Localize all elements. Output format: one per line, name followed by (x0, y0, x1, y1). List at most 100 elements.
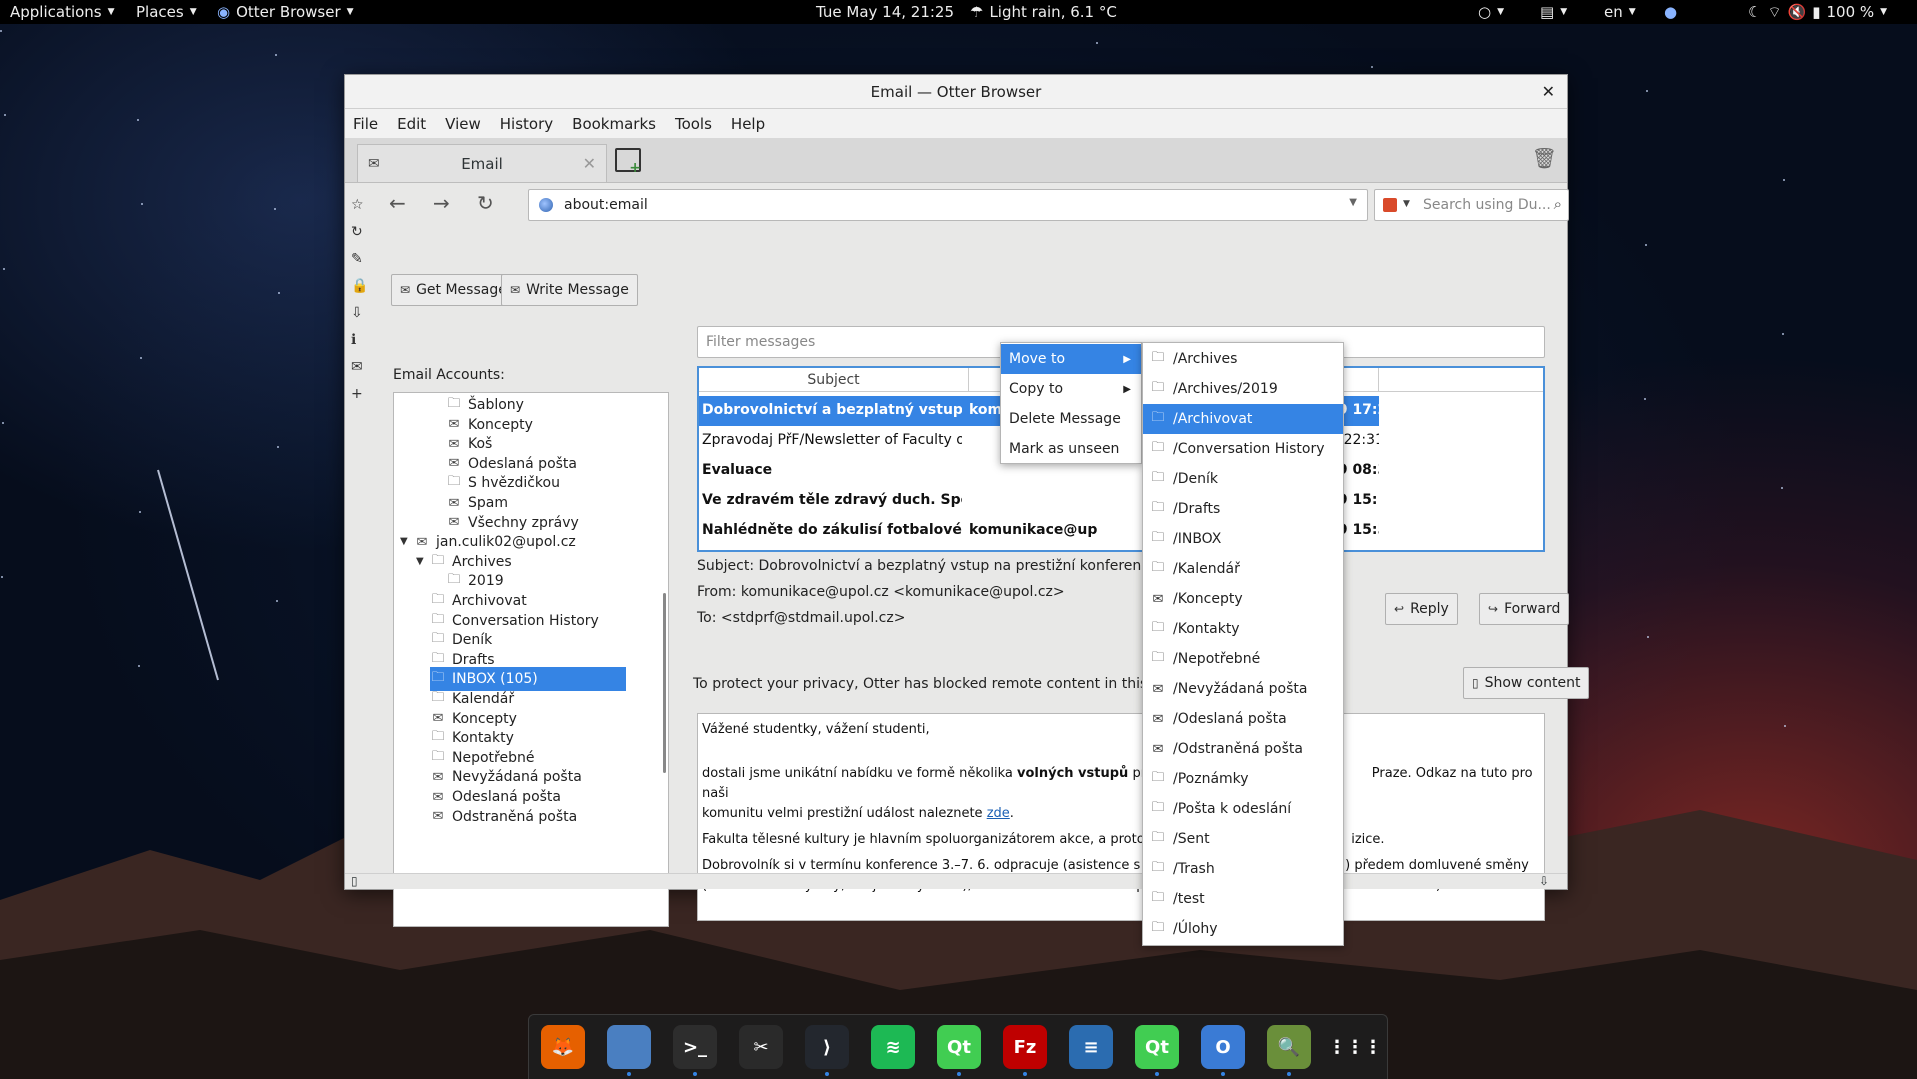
menu-file[interactable]: File (353, 115, 378, 133)
move-to-folder-item[interactable]: 🗀 /Nepotřebné (1143, 644, 1343, 674)
add-icon[interactable]: + (351, 386, 363, 402)
search-icon[interactable]: ⌕ (1554, 195, 1562, 213)
back-arrow-icon[interactable]: ← (389, 191, 406, 215)
user-avatar[interactable]: ● (1664, 0, 1677, 24)
applications-menu[interactable]: Applications ▼ (10, 0, 115, 24)
running-indicator (693, 1072, 697, 1076)
chevron-down-icon[interactable]: ▼ (1349, 197, 1357, 208)
clipboard-indicator[interactable]: ▤ ▼ (1540, 0, 1567, 24)
closed-tabs-trash-icon[interactable]: 🗑 (1532, 146, 1557, 170)
close-icon[interactable]: ✕ (1542, 82, 1555, 101)
places-menu[interactable]: Places ▼ (136, 0, 197, 24)
menu-history[interactable]: History (500, 115, 553, 133)
info-icon[interactable]: ℹ (351, 332, 356, 348)
move-to-folder-item[interactable]: ✉ /Nevyžádaná pošta (1143, 674, 1343, 704)
move-to-folder-item[interactable]: 🗀 /Conversation History (1143, 434, 1343, 464)
move-to-folder-item[interactable]: 🗀 /Trash (1143, 854, 1343, 884)
move-to-folder-item[interactable]: 🗀 /test (1143, 884, 1343, 914)
context-item-delete-message[interactable]: Delete Message (1001, 404, 1141, 434)
menu-tools[interactable]: Tools (675, 115, 712, 133)
expand-arrow-icon[interactable]: ▼ (400, 536, 408, 547)
lock-icon[interactable]: 🔒 (351, 278, 368, 294)
xmind-icon[interactable]: ✂ (739, 1025, 783, 1069)
move-to-folder-item[interactable]: ✉ /Odstraněná pošta (1143, 734, 1343, 764)
window-titlebar[interactable]: Email — Otter Browser ✕ (345, 75, 1567, 109)
vscode-icon[interactable]: ⟩ (805, 1025, 849, 1069)
close-icon[interactable]: ✕ (583, 154, 596, 173)
to-value[interactable]: <stdprf@stdmail.upol.cz> (721, 610, 906, 626)
move-to-folder-item[interactable]: 🗀 /INBOX (1143, 524, 1343, 554)
qt-creator-icon[interactable]: Qt (937, 1025, 981, 1069)
address-bar[interactable]: about:email ▼ (528, 189, 1368, 221)
message-row[interactable]: Nahlédněte do zákulisí fotbalové repreze… (699, 516, 1543, 546)
move-to-folder-item[interactable]: 🗀 /Pošta k odeslání (1143, 794, 1343, 824)
tree-item[interactable]: ✉ Odstraněná pošta (430, 805, 578, 829)
star-icon[interactable]: ☆ (351, 197, 364, 213)
context-item-copy-to[interactable]: Copy to ▶ (1001, 374, 1141, 404)
filezilla-icon[interactable]: Fz (1003, 1025, 1047, 1069)
context-item-mark-as-unseen[interactable]: Mark as unseen (1001, 434, 1141, 464)
record-indicator[interactable]: ○ ▼ (1478, 0, 1504, 24)
clock[interactable]: Tue May 14, 21:25 (816, 0, 954, 24)
tab-email[interactable]: ✉ Email ✕ (357, 144, 607, 182)
download-icon[interactable]: ⇩ (1539, 874, 1549, 888)
new-tab-button[interactable] (615, 148, 641, 176)
forward-arrow-icon[interactable]: → (433, 191, 450, 215)
move-to-folder-item[interactable]: 🗀 /Archives/2019 (1143, 374, 1343, 404)
tree-scrollbar[interactable] (663, 593, 666, 773)
body-link[interactable]: zde (987, 806, 1010, 821)
feeds-icon[interactable]: ✉ (351, 359, 363, 375)
move-to-folder-item[interactable]: 🗀 /Archives (1143, 344, 1343, 374)
qt-designer-icon[interactable]: Qt (1135, 1025, 1179, 1069)
column-header-subject[interactable]: Subject (699, 368, 969, 392)
weather-indicator[interactable]: ☂ Light rain, 6.1 °C (970, 0, 1117, 24)
move-to-folder-item[interactable]: 🗀 /Sent (1143, 824, 1343, 854)
terminal-icon[interactable]: >_ (673, 1025, 717, 1069)
menu-bookmarks[interactable]: Bookmarks (572, 115, 656, 133)
otter-browser-icon[interactable]: O (1201, 1025, 1245, 1069)
move-to-folder-item[interactable]: 🗀 /Deník (1143, 464, 1343, 494)
spotify-icon[interactable]: ≋ (871, 1025, 915, 1069)
app-grid-icon[interactable]: ⋮⋮⋮ (1328, 1025, 1382, 1069)
folder-icon: 🗀 (1151, 620, 1165, 635)
move-to-folder-item[interactable]: 🗀 /Poznámky (1143, 764, 1343, 794)
downloads-icon[interactable]: ⇩ (351, 305, 363, 321)
image-viewer-icon[interactable]: 🔍 (1267, 1025, 1311, 1069)
move-to-folder-item[interactable]: 🗀 /Úlohy (1143, 914, 1343, 944)
menu-help[interactable]: Help (731, 115, 765, 133)
accounts-tree[interactable]: 🗀 Šablony ✉ Koncepty ✉ Koš ✉ Odeslaná pošta 🗀 S h… (393, 392, 669, 927)
sidebar-toggle-icon[interactable]: ▯ (351, 874, 358, 888)
move-to-folder-item[interactable]: 🗀 /Drafts (1143, 494, 1343, 524)
move-to-folder-item[interactable]: 🗀 /Kalendář (1143, 554, 1343, 584)
move-to-folder-item[interactable]: 🗀 /Kontakty (1143, 614, 1343, 644)
notes-icon[interactable]: ✎ (351, 251, 363, 267)
show-content-button[interactable]: ▯ Show content (1463, 667, 1590, 699)
write-message-button[interactable]: ✉ Write Message (501, 274, 638, 306)
search-engine-icon[interactable] (1383, 198, 1397, 212)
language-indicator[interactable]: en ▼ (1604, 0, 1636, 24)
menu-edit[interactable]: Edit (397, 115, 426, 133)
active-app-menu[interactable]: ◉ Otter Browser ▼ (217, 0, 354, 24)
body-text: Fakulta tělesné kultury je hlavním spolu… (702, 832, 1183, 847)
expand-arrow-icon[interactable]: ▼ (416, 556, 424, 567)
libreoffice-writer-icon[interactable]: ≡ (1069, 1025, 1113, 1069)
reload-icon[interactable]: ↻ (477, 191, 494, 215)
from-value[interactable]: komunikace@upol.cz <komunikace@upol.cz> (741, 584, 1065, 600)
move-to-folder-item[interactable]: ✉ /Odeslaná pošta (1143, 704, 1343, 734)
context-item-label: Copy to (1009, 381, 1064, 397)
move-to-folder-item[interactable]: ✉ /Koncepty (1143, 584, 1343, 614)
search-field[interactable]: ▼ Search using Du... ⌕ (1374, 189, 1569, 221)
subject-line: Subject: Dobrovolnictví a bezplatný vstu… (697, 558, 1149, 574)
files-icon[interactable] (607, 1025, 651, 1069)
forward-label: Forward (1504, 601, 1561, 617)
menu-view[interactable]: View (445, 115, 481, 133)
context-item-move-to[interactable]: Move to ▶ (1001, 344, 1141, 374)
chevron-down-icon[interactable]: ▼ (1403, 199, 1410, 209)
system-status[interactable]: ☾ ⌔ 🔇 ▮ 100 % ▼ (1748, 0, 1887, 24)
forward-button[interactable]: ↪ Forward (1479, 593, 1570, 625)
firefox-icon[interactable]: 🦊 (541, 1025, 585, 1069)
history-icon[interactable]: ↻ (351, 224, 363, 240)
move-to-folder-item[interactable]: 🗀 /Archivovat (1143, 404, 1343, 434)
reply-button[interactable]: ↩ Reply (1385, 593, 1458, 625)
message-row[interactable]: Ve zdravém těle zdravý duch. Sportovní d… (699, 486, 1543, 516)
